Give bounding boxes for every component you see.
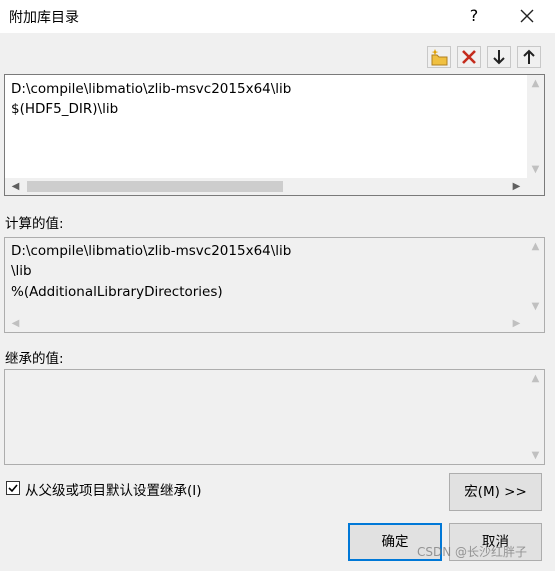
scroll-left-icon[interactable]: ◀: [7, 178, 24, 195]
delete-icon: [462, 50, 476, 64]
scroll-down-icon[interactable]: ▼: [527, 161, 544, 178]
edit-line[interactable]: $(HDF5_DIR)\lib: [11, 101, 118, 117]
scroll-left-icon[interactable]: ◀: [7, 315, 24, 332]
scroll-thumb[interactable]: [27, 181, 283, 192]
move-up-icon: [523, 49, 535, 64]
dialog-title: 附加库目录: [9, 10, 79, 26]
directory-edit-box[interactable]: D:\compile\libmatio\zlib-msvc2015x64\lib…: [4, 74, 545, 196]
evaluated-box: D:\compile\libmatio\zlib-msvc2015x64\lib…: [4, 237, 545, 333]
move-up-button[interactable]: [517, 46, 541, 68]
scroll-up-icon[interactable]: ▲: [527, 75, 544, 92]
move-down-icon: [493, 50, 505, 65]
horizontal-scrollbar[interactable]: ◀ ▶: [5, 178, 544, 195]
scroll-up-icon[interactable]: ▲: [527, 238, 544, 255]
edit-line[interactable]: D:\compile\libmatio\zlib-msvc2015x64\lib: [11, 81, 291, 97]
evaluated-line: D:\compile\libmatio\zlib-msvc2015x64\lib: [11, 243, 292, 259]
evaluated-label: 计算的值:: [5, 216, 64, 232]
inherit-checkbox-label[interactable]: 从父级或项目默认设置继承(I): [25, 479, 202, 499]
inherit-checkbox[interactable]: [6, 481, 20, 495]
vertical-scrollbar[interactable]: ▲ ▼: [527, 370, 544, 464]
checkmark-icon: [8, 484, 18, 493]
help-button[interactable]: ?: [460, 4, 488, 28]
new-line-button[interactable]: [427, 46, 451, 68]
scroll-down-icon[interactable]: ▼: [527, 298, 544, 315]
vertical-scrollbar[interactable]: ▲ ▼: [527, 238, 544, 315]
scroll-right-icon[interactable]: ▶: [508, 315, 525, 332]
close-icon: [520, 9, 534, 23]
inherited-box: ▲ ▼: [4, 369, 545, 465]
evaluated-line: \lib: [11, 263, 32, 279]
macros-button[interactable]: 宏(M) >>: [449, 473, 542, 511]
watermark: CSDN @长沙红胖子: [417, 545, 528, 559]
horizontal-scrollbar[interactable]: ◀ ▶: [5, 315, 544, 332]
inherited-label: 继承的值:: [5, 351, 64, 367]
vertical-scrollbar[interactable]: ▲ ▼: [527, 75, 544, 178]
evaluated-line: %(AdditionalLibraryDirectories): [11, 284, 223, 300]
new-line-icon: [431, 49, 448, 66]
scroll-down-icon[interactable]: ▼: [527, 447, 544, 464]
move-down-button[interactable]: [487, 46, 511, 68]
scroll-up-icon[interactable]: ▲: [527, 370, 544, 387]
delete-button[interactable]: [457, 46, 481, 68]
close-button[interactable]: [510, 2, 544, 30]
scroll-right-icon[interactable]: ▶: [508, 178, 525, 195]
